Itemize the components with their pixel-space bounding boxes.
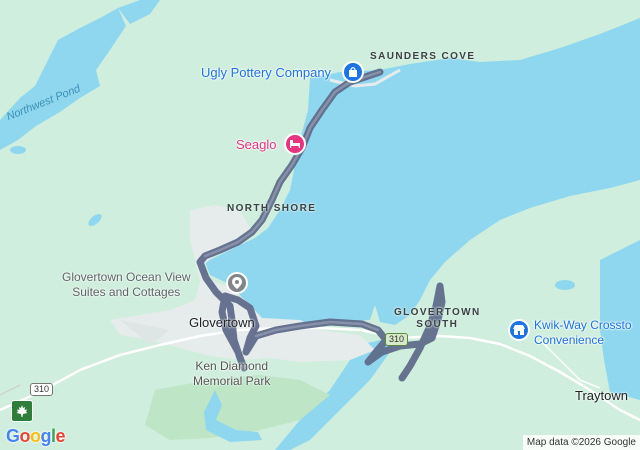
location-pin-icon[interactable] (226, 272, 248, 294)
storefront-glyph (513, 324, 525, 335)
map-canvas[interactable]: Northwest Pond SAUNDERS COVE Ugly Potter… (0, 0, 640, 450)
maple-leaf-glyph (16, 405, 28, 417)
ocean-view-label[interactable]: Glovertown Ocean View Suites and Cottage… (62, 270, 191, 300)
storefront-icon[interactable] (508, 319, 530, 341)
bed-icon[interactable] (284, 133, 306, 155)
google-logo: Google (6, 426, 66, 446)
map-attribution[interactable]: Map data ©2026 Google (522, 435, 640, 450)
location-pin-glyph (232, 277, 242, 289)
seaglo-label[interactable]: Seaglo (236, 137, 276, 152)
shopping-bag-icon[interactable] (342, 61, 364, 83)
ken-diamond-park-label: Ken Diamond Memorial Park (193, 359, 271, 388)
route-310-shield-east: 310 (385, 333, 409, 346)
saunders-cove-label: SAUNDERS COVE (370, 51, 476, 62)
maple-leaf-shield-icon (11, 400, 33, 422)
bed-glyph (290, 140, 300, 148)
ugly-pottery-label[interactable]: Ugly Pottery Company (201, 65, 331, 80)
kwik-way-label[interactable]: Kwik-Way Crossto Convenience (534, 318, 632, 348)
traytown-label: Traytown (575, 388, 628, 403)
glovertown-south-label: GLOVERTOWN SOUTH (394, 307, 481, 330)
shopping-bag-glyph (349, 67, 357, 77)
glovertown-label: Glovertown (189, 315, 255, 330)
north-shore-label: NORTH SHORE (227, 203, 317, 214)
route-310-shield: 310 (30, 383, 54, 396)
